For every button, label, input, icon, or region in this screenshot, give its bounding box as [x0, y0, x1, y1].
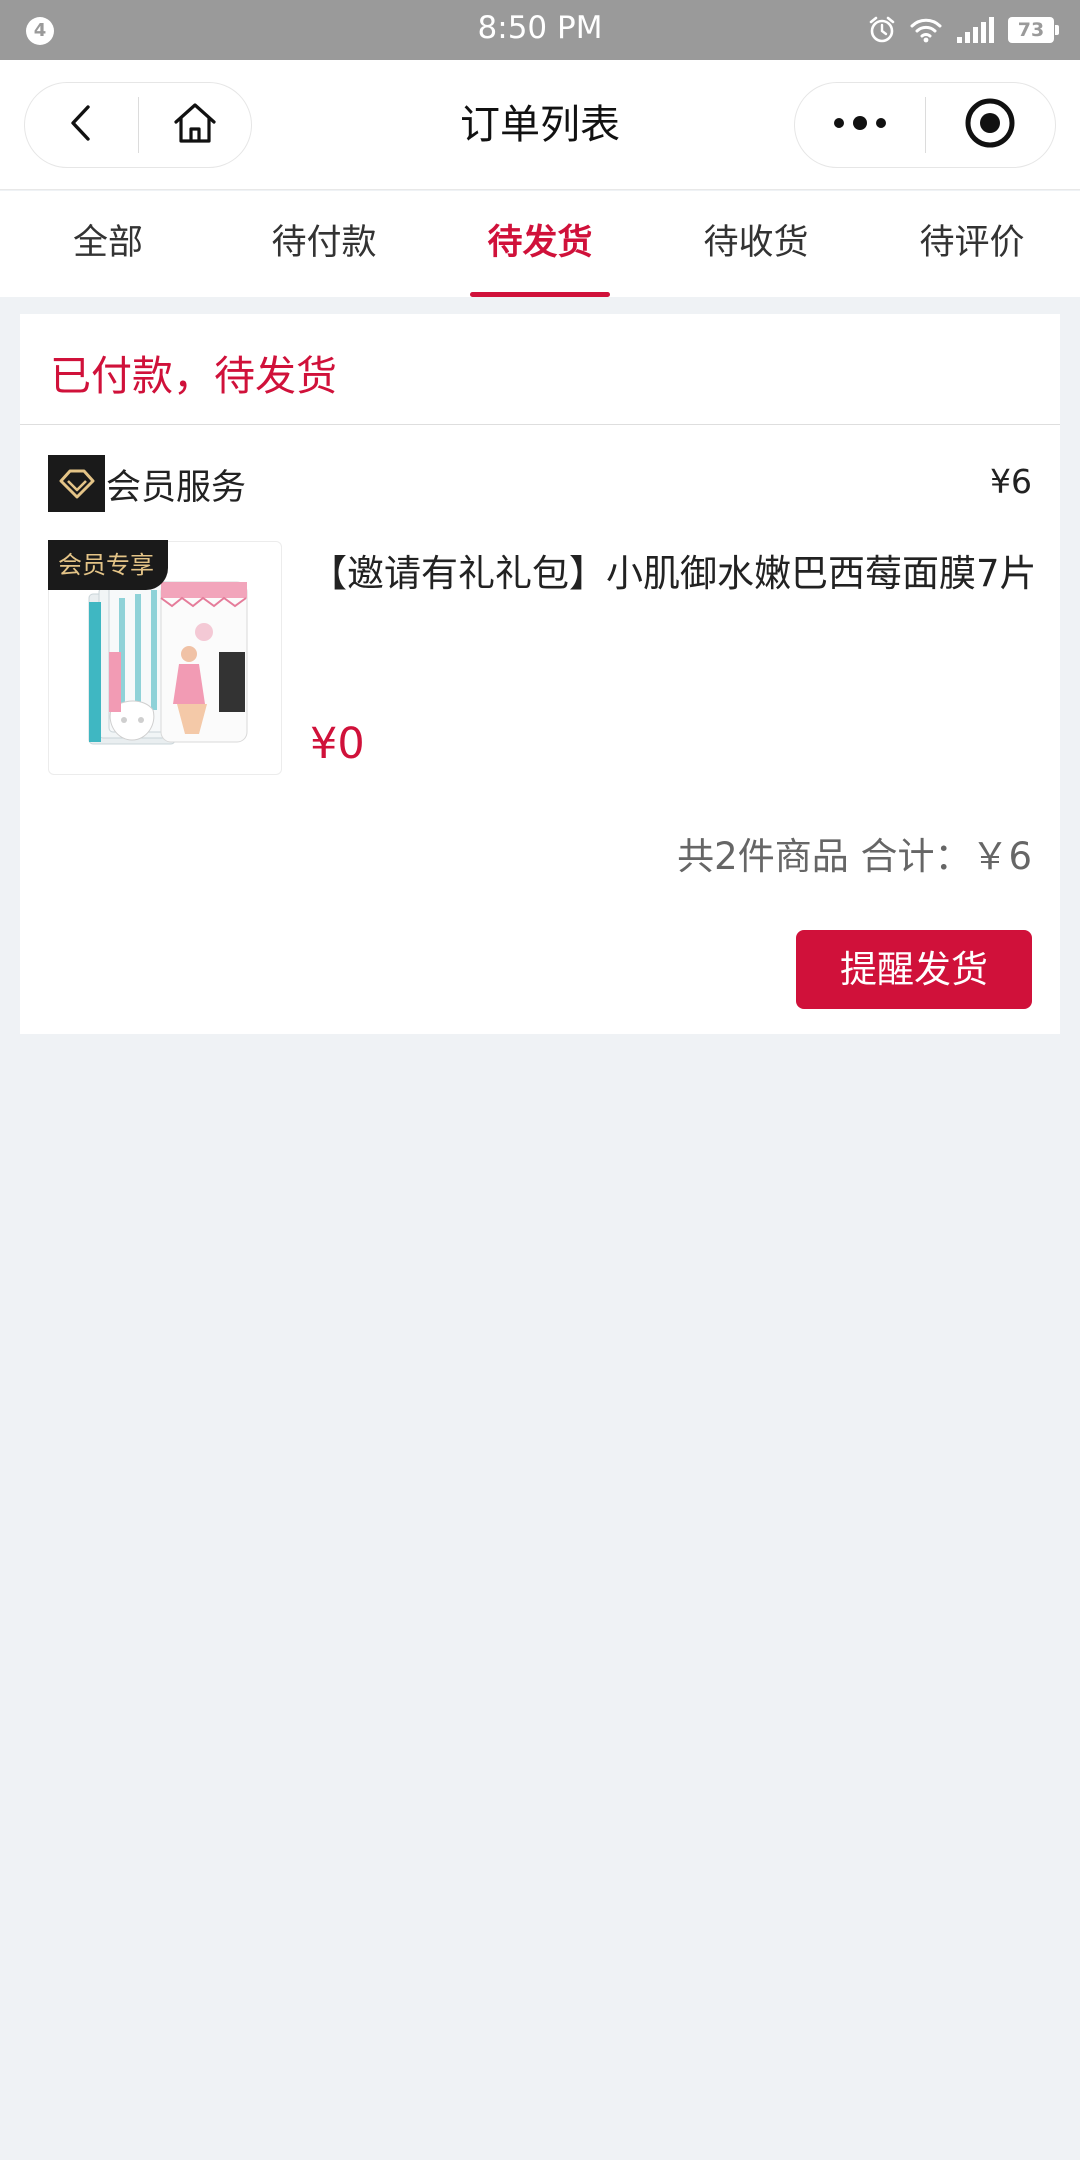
- more-button[interactable]: [795, 83, 925, 167]
- shop-price: ¥6: [990, 462, 1032, 501]
- status-bar: 4 8:50 PM 73: [0, 0, 1080, 60]
- tab-pending-receipt[interactable]: 待收货: [648, 191, 864, 297]
- nav-right-capsule: [794, 82, 1056, 168]
- order-tabs: 全部 待付款 待发货 待收货 待评价: [0, 191, 1080, 297]
- member-exclusive-badge: 会员专享: [48, 540, 168, 590]
- tab-label: 待付款: [271, 223, 377, 263]
- close-miniprogram-button[interactable]: [926, 83, 1056, 167]
- active-tab-indicator: [470, 292, 610, 297]
- status-icons: 73: [868, 12, 1059, 48]
- diamond-icon: [48, 455, 105, 512]
- remind-shipment-button[interactable]: 提醒发货: [796, 930, 1032, 1009]
- record-icon: [964, 97, 1016, 153]
- tab-label: 全部: [72, 223, 143, 263]
- battery-icon: 73: [1008, 17, 1059, 43]
- nav-bar: 订单列表: [0, 60, 1080, 190]
- product-name[interactable]: 【邀请有礼礼包】小肌御水嫩巴西莓面膜7片: [310, 550, 1040, 598]
- tab-label: 待收货: [703, 223, 809, 263]
- order-status: 已付款，待发货: [50, 352, 337, 400]
- tab-all[interactable]: 全部: [0, 191, 216, 297]
- order-summary: 共2件商品 合计：￥6: [677, 835, 1032, 878]
- signal-icon: [956, 17, 994, 43]
- tab-pending-review[interactable]: 待评价: [864, 191, 1080, 297]
- tab-label: 待评价: [919, 223, 1025, 263]
- product-price: ¥0: [310, 719, 365, 769]
- card-divider: [20, 424, 1060, 425]
- tab-pending-payment[interactable]: 待付款: [216, 191, 432, 297]
- wifi-icon: [910, 17, 942, 43]
- shop-name: 会员服务: [106, 468, 247, 508]
- alarm-icon: [868, 16, 896, 44]
- order-card[interactable]: 已付款，待发货 会员服务 ¥6 会员专享 【邀请有礼礼包】小肌御水嫩巴西莓面膜7…: [20, 314, 1060, 1034]
- more-icon: [832, 115, 888, 135]
- tab-label: 待发货: [487, 223, 593, 263]
- tab-pending-shipment[interactable]: 待发货: [432, 191, 648, 297]
